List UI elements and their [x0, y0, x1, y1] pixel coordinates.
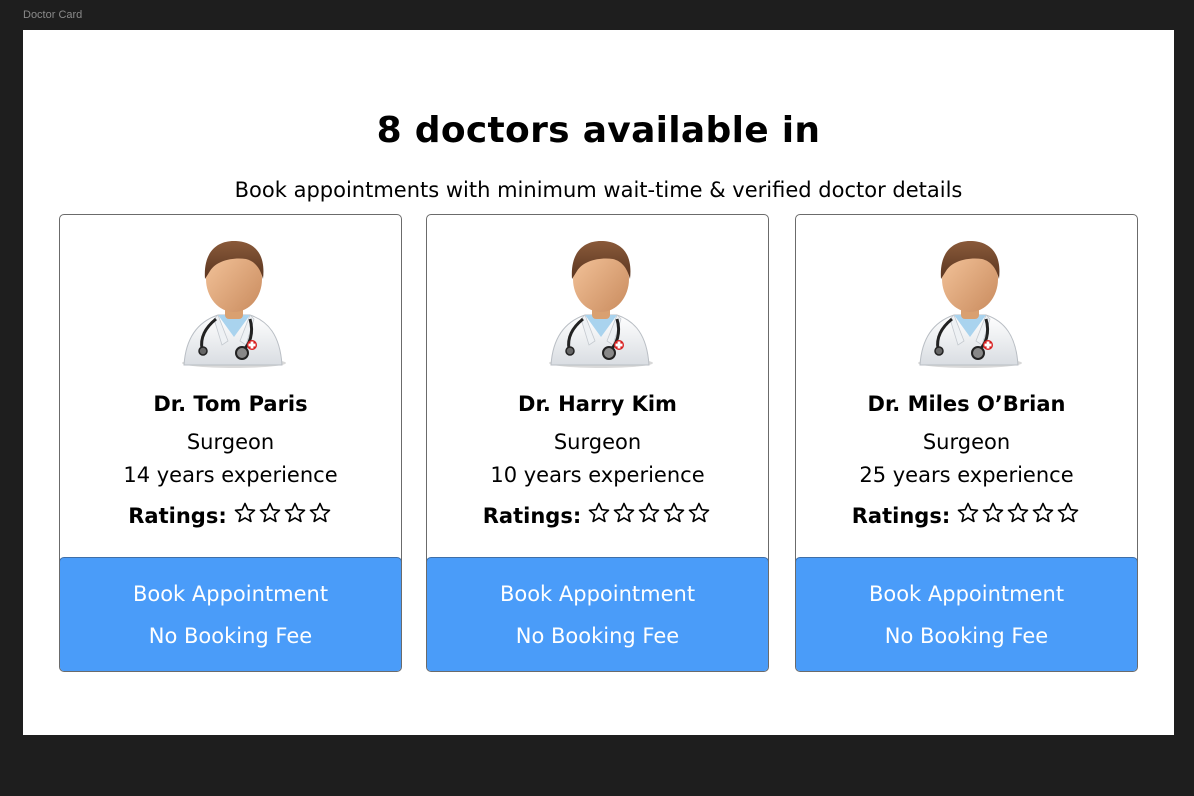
star-icon: [258, 501, 283, 526]
star-icon: [233, 501, 258, 526]
no-booking-fee-label: No Booking Fee: [515, 624, 680, 648]
doctor-specialty: Surgeon: [922, 430, 1011, 454]
book-appointment-label: Book Appointment: [499, 582, 696, 606]
doctor-avatar-icon: [170, 237, 290, 369]
doctor-avatar-icon: [906, 237, 1026, 369]
star-icon: [1056, 501, 1081, 526]
ratings-label: Ratings:: [851, 503, 951, 528]
doctor-specialty: Surgeon: [553, 430, 642, 454]
star-rating: [956, 501, 1081, 530]
doctor-experience: 14 years experience: [123, 463, 338, 487]
no-booking-fee-label: No Booking Fee: [884, 624, 1049, 648]
star-icon: [283, 501, 308, 526]
doctor-name: Dr. Miles O’Brian: [867, 392, 1066, 416]
no-booking-fee-label: No Booking Fee: [148, 624, 313, 648]
star-rating: [587, 501, 712, 530]
star-icon: [1006, 501, 1031, 526]
page-title: 8 doctors available in: [376, 110, 821, 151]
doctor-ratings: Ratings:: [427, 501, 768, 530]
star-icon: [662, 501, 687, 526]
book-appointment-button[interactable]: Book Appointment No Booking Fee: [427, 557, 768, 671]
doctor-name: Dr. Tom Paris: [153, 392, 308, 416]
ratings-label: Ratings:: [128, 503, 227, 528]
star-icon: [1031, 501, 1056, 526]
doctor-experience: 10 years experience: [490, 463, 705, 487]
doctor-card: Dr. Harry Kim Surgeon 10 years experienc…: [426, 214, 769, 672]
star-icon: [687, 501, 712, 526]
doctor-ratings: Ratings:: [796, 501, 1137, 530]
star-icon: [637, 501, 662, 526]
page-subtitle: Book appointments with minimum wait-time…: [234, 178, 963, 202]
book-appointment-button[interactable]: Book Appointment No Booking Fee: [796, 557, 1137, 671]
star-icon: [308, 501, 333, 526]
doctor-card-frame: 8 doctors available in Book appointments…: [23, 30, 1174, 735]
ratings-label: Ratings:: [482, 503, 582, 528]
book-appointment-label: Book Appointment: [868, 582, 1065, 606]
book-appointment-button[interactable]: Book Appointment No Booking Fee: [60, 557, 401, 671]
doctor-specialty: Surgeon: [186, 430, 275, 454]
doctor-name: Dr. Harry Kim: [518, 392, 677, 416]
frame-label: Doctor Card: [23, 9, 83, 21]
star-icon: [587, 501, 612, 526]
star-icon: [956, 501, 981, 526]
star-icon: [612, 501, 637, 526]
doctor-avatar-icon: [537, 237, 657, 369]
star-icon: [981, 501, 1006, 526]
doctor-card: Dr. Tom Paris Surgeon 14 years experienc…: [59, 214, 402, 672]
star-rating: [233, 501, 333, 530]
doctor-card: Dr. Miles O’Brian Surgeon 25 years exper…: [795, 214, 1138, 672]
book-appointment-label: Book Appointment: [132, 582, 329, 606]
doctor-ratings: Ratings:: [60, 501, 401, 530]
doctor-experience: 25 years experience: [859, 463, 1074, 487]
